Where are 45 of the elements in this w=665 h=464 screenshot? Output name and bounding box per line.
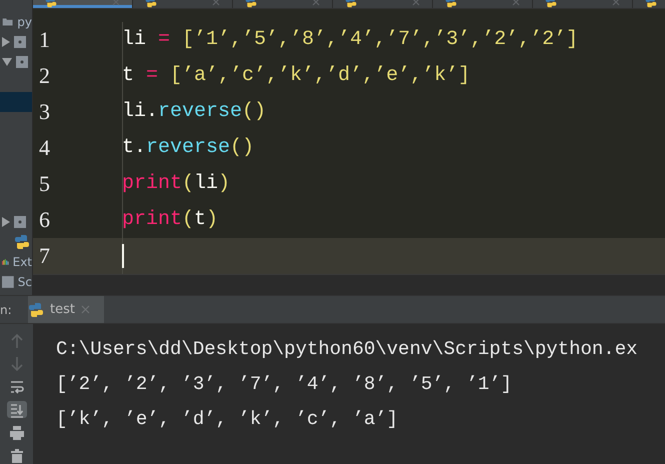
code-editor[interactable]: 1 li = [’1’,’5’,’8’,’4’,’7’,’3’,’2’,’2’] 2 t = [’a’,’c’,’k’,’d’,’e’,’k’] 3 li.reverse() 4 t.reverse() 5 print(li) 6 print(t) 7: [33, 8, 665, 275]
output-line: C:\Users\dd\Desktop\python60\venv\Scripts\python.ex: [56, 337, 638, 362]
folder-icon: [14, 215, 26, 229]
code-line: li.reverse(): [122, 100, 266, 124]
trash-icon: [8, 448, 24, 464]
line-number: 2: [33, 58, 123, 94]
library-bars-icon: [2, 256, 9, 268]
output-line: [’2’, ’2’, ’3’, ’7’, ’4’, ’8’, ’5’, ’1’]: [56, 372, 514, 397]
close-icon: [212, 0, 220, 6]
collapse-arrow-icon: [2, 58, 12, 66]
expand-arrow-icon: [2, 37, 10, 47]
print-icon: [8, 424, 24, 440]
folder-icon: [16, 55, 28, 69]
line-number: 4: [33, 130, 123, 166]
run-tab[interactable]: test: [28, 296, 104, 323]
toolbar-button[interactable]: [6, 401, 26, 418]
down-arrow-icon: [8, 356, 24, 372]
close-icon: [312, 0, 320, 6]
up-arrow-icon: [8, 332, 24, 348]
code-line: print(t): [122, 208, 218, 232]
soft-wrap-icon: [8, 378, 24, 394]
code-line: t = [’a’,’c’,’k’,’d’,’e’,’k’]: [122, 64, 470, 88]
python-icon: [28, 302, 44, 318]
run-label: n:: [0, 302, 13, 316]
text-cursor: [122, 244, 124, 268]
close-icon: [80, 305, 90, 314]
folder-icon: [14, 35, 26, 49]
tree-label[interactable]: Sc: [18, 275, 32, 289]
expand-arrow-icon: [2, 217, 10, 227]
line-number: 5: [33, 166, 123, 202]
close-icon: [512, 0, 520, 6]
line-number: 3: [33, 94, 123, 130]
scratch-icon: [2, 276, 14, 288]
line-number: 1: [33, 22, 123, 58]
tree-label[interactable]: py: [17, 15, 32, 29]
close-icon: [112, 0, 120, 6]
tree-label[interactable]: Ext: [12, 255, 32, 269]
close-icon: [612, 0, 620, 6]
code-line: t.reverse(): [122, 136, 254, 160]
close-icon: [412, 0, 420, 6]
code-line: print(li): [122, 172, 230, 196]
python-file-icon: [14, 234, 30, 250]
output-line: [’k’, ’e’, ’d’, ’k’, ’c’, ’a’]: [56, 407, 400, 432]
scroll-to-end-icon: [8, 402, 24, 418]
code-line: li = [’1’,’5’,’8’,’4’,’7’,’3’,’2’,’2’]: [122, 28, 578, 52]
